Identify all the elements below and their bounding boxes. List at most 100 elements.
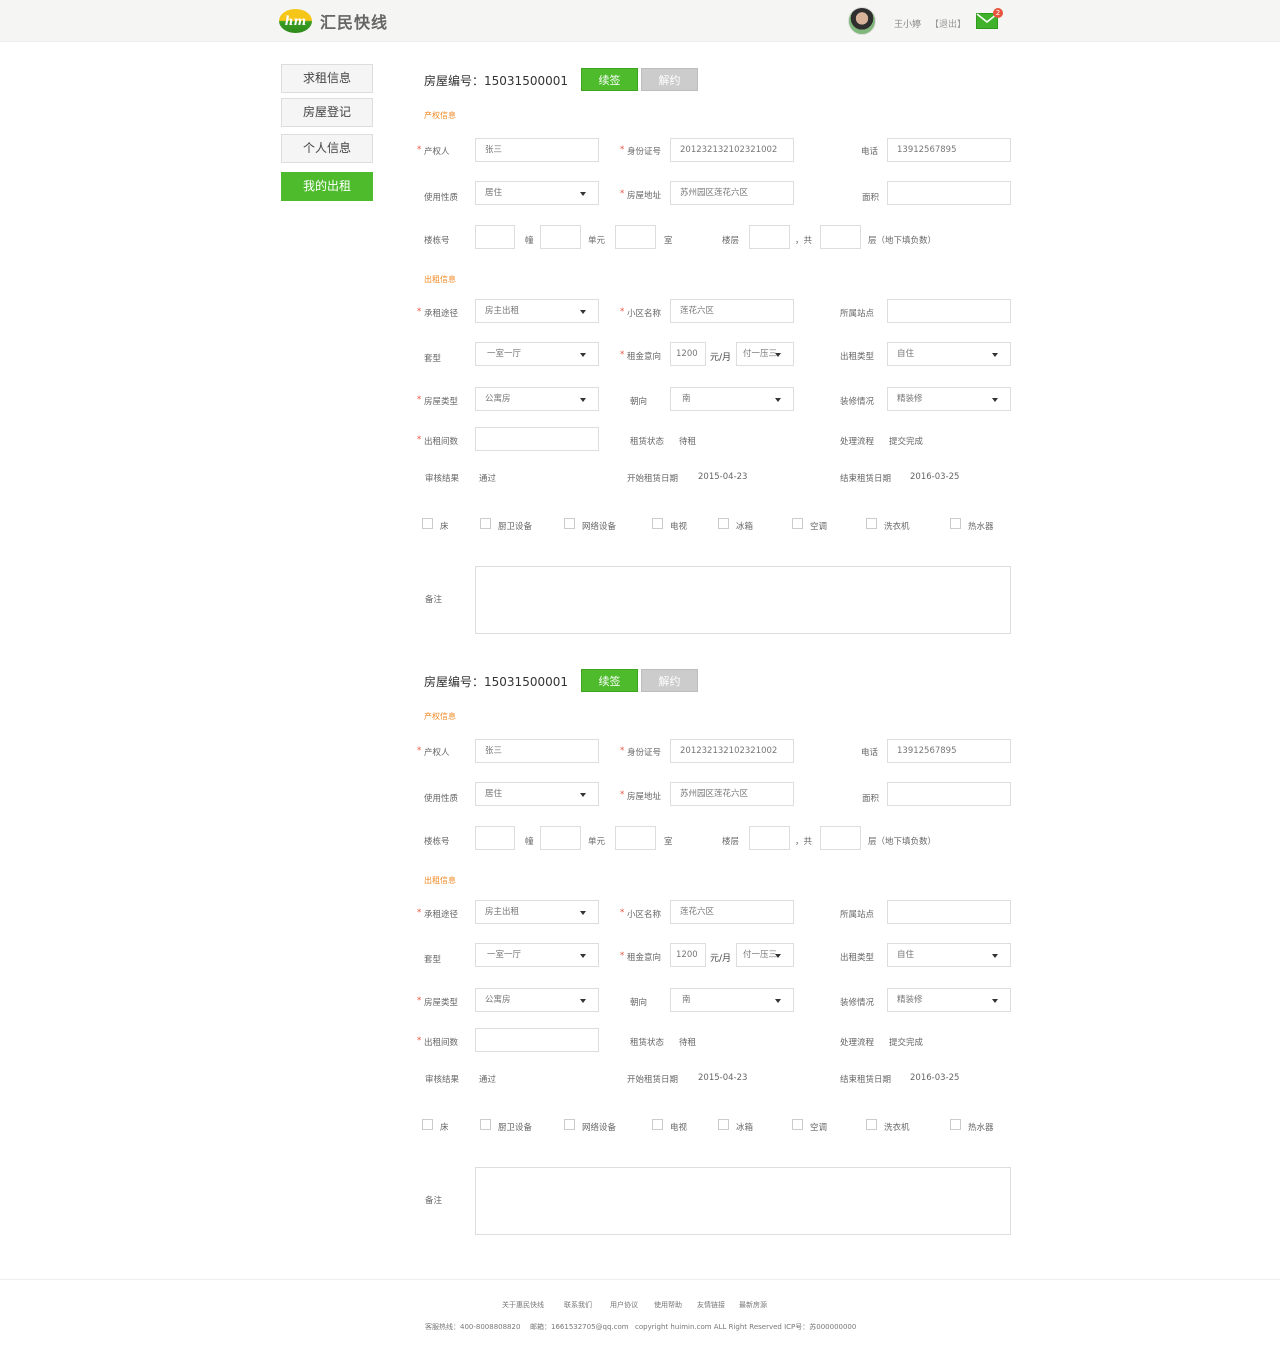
amenity-checkbox[interactable]	[950, 518, 961, 529]
floor-field[interactable]	[749, 826, 790, 850]
rent-rooms-field[interactable]	[475, 427, 599, 451]
amenity-checkbox[interactable]	[652, 518, 663, 529]
start-date-value: 2015-04-23	[698, 472, 748, 482]
community-field[interactable]: 莲花六区	[670, 900, 794, 924]
layout-label: 套型	[424, 955, 442, 965]
orientation-select[interactable]: 南	[670, 387, 794, 411]
address-field[interactable]: 苏州园区莲花六区	[670, 181, 794, 205]
amenity-checkbox[interactable]	[652, 1119, 663, 1130]
address-label: 房屋地址	[620, 790, 661, 802]
id-number-field[interactable]: 201232132102321002	[670, 739, 794, 763]
house-number: 房屋编号：15031500001	[424, 74, 568, 88]
payment-select[interactable]: 付一压三	[736, 342, 794, 366]
orientation-label: 朝向	[630, 998, 648, 1008]
owner-field[interactable]: 张三	[475, 739, 599, 763]
orientation-select[interactable]: 南	[670, 988, 794, 1012]
layout-select[interactable]: 一室一厅	[475, 342, 599, 366]
amenity-checkbox[interactable]	[422, 1119, 433, 1130]
layout-select[interactable]: 一室一厅	[475, 943, 599, 967]
amenity-label: 空调	[810, 522, 828, 532]
amenity-checkbox[interactable]	[866, 518, 877, 529]
owner-field[interactable]: 张三	[475, 138, 599, 162]
dong-field[interactable]	[540, 826, 581, 850]
amenity-label: 床	[440, 1123, 449, 1133]
footer-link-friends[interactable]: 友情链接	[697, 1300, 725, 1310]
footer-hotline: 客服热线：400-8008808820	[425, 1323, 521, 1331]
floor-total-label: ，共	[795, 837, 813, 847]
channel-select[interactable]: 房主出租	[475, 900, 599, 924]
rent-unit: 元/月	[710, 353, 732, 363]
section-title-property: 产权信息	[424, 712, 456, 721]
unit-field[interactable]	[615, 225, 656, 249]
amenity-checkbox[interactable]	[950, 1119, 961, 1130]
renew-button[interactable]: 续签	[581, 669, 638, 692]
rent-type-select[interactable]: 自住	[887, 342, 1011, 366]
dong-label: 幢	[525, 236, 534, 246]
decoration-select[interactable]: 精装修	[887, 387, 1011, 411]
renew-button[interactable]: 续签	[581, 68, 638, 91]
rent-field[interactable]: 1200	[670, 943, 706, 967]
orientation-label: 朝向	[630, 397, 648, 407]
phone-field[interactable]: 13912567895	[887, 739, 1011, 763]
amenity-checkbox[interactable]	[792, 518, 803, 529]
rent-field[interactable]: 1200	[670, 342, 706, 366]
amenity-checkbox[interactable]	[480, 518, 491, 529]
station-field[interactable]	[887, 900, 1011, 924]
decoration-select[interactable]: 精装修	[887, 988, 1011, 1012]
amenity-checkbox[interactable]	[564, 1119, 575, 1130]
house-type-label: 房屋类型	[417, 996, 458, 1008]
address-field[interactable]: 苏州园区莲花六区	[670, 782, 794, 806]
footer-link-contact[interactable]: 联系我们	[564, 1300, 592, 1310]
building-field[interactable]	[475, 225, 515, 249]
rent-type-select[interactable]: 自住	[887, 943, 1011, 967]
amenity-label: 厨卫设备	[498, 1123, 533, 1133]
id-number-field[interactable]: 201232132102321002	[670, 138, 794, 162]
amenity-checkbox[interactable]	[422, 518, 433, 529]
footer-link-latest[interactable]: 最新房源	[739, 1300, 767, 1310]
amenity-label: 热水器	[968, 1123, 994, 1133]
phone-label: 电话	[861, 147, 879, 157]
floor-total-field[interactable]	[820, 225, 861, 249]
station-label: 所属站点	[840, 910, 875, 920]
rent-intent-label: 租金意向	[620, 951, 661, 963]
channel-select[interactable]: 房主出租	[475, 299, 599, 323]
section-title-rental: 出租信息	[424, 876, 456, 885]
process-value: 提交完成	[889, 1038, 924, 1048]
terminate-button[interactable]: 解约	[641, 669, 698, 692]
amenity-checkbox[interactable]	[792, 1119, 803, 1130]
area-label: 面积	[862, 794, 880, 804]
building-field[interactable]	[475, 826, 515, 850]
end-date-label: 结束租赁日期	[840, 1075, 892, 1085]
amenity-checkbox[interactable]	[718, 1119, 729, 1130]
payment-select[interactable]: 付一压三	[736, 943, 794, 967]
amenity-checkbox[interactable]	[564, 518, 575, 529]
community-label: 小区名称	[620, 307, 661, 319]
unit-field[interactable]	[615, 826, 656, 850]
usage-select[interactable]: 居住	[475, 782, 599, 806]
phone-field[interactable]: 13912567895	[887, 138, 1011, 162]
footer-link-about[interactable]: 关于惠民快线	[502, 1300, 544, 1310]
rent-rooms-label: 出租间数	[417, 435, 458, 447]
usage-select[interactable]: 居住	[475, 181, 599, 205]
rent-rooms-field[interactable]	[475, 1028, 599, 1052]
floor-field[interactable]	[749, 225, 790, 249]
footer-email: 邮箱：1661532705@qq.com	[530, 1323, 629, 1331]
amenity-checkbox[interactable]	[866, 1119, 877, 1130]
footer-link-help[interactable]: 使用帮助	[654, 1300, 682, 1310]
house-type-select[interactable]: 公寓房	[475, 988, 599, 1012]
house-type-select[interactable]: 公寓房	[475, 387, 599, 411]
amenity-label: 网络设备	[582, 1123, 617, 1133]
area-field[interactable]	[887, 181, 1011, 205]
amenity-checkbox[interactable]	[480, 1119, 491, 1130]
page-footer: 关于惠民快线 联系我们 用户协议 使用帮助 友情链接 最新房源 客服热线：400…	[0, 1279, 1280, 1347]
area-field[interactable]	[887, 782, 1011, 806]
community-field[interactable]: 莲花六区	[670, 299, 794, 323]
footer-link-agreement[interactable]: 用户协议	[610, 1300, 638, 1310]
remark-textarea[interactable]	[475, 1167, 1011, 1235]
station-field[interactable]	[887, 299, 1011, 323]
dong-field[interactable]	[540, 225, 581, 249]
floor-total-field[interactable]	[820, 826, 861, 850]
terminate-button[interactable]: 解约	[641, 68, 698, 91]
amenity-checkbox[interactable]	[718, 518, 729, 529]
usage-label: 使用性质	[424, 193, 459, 203]
